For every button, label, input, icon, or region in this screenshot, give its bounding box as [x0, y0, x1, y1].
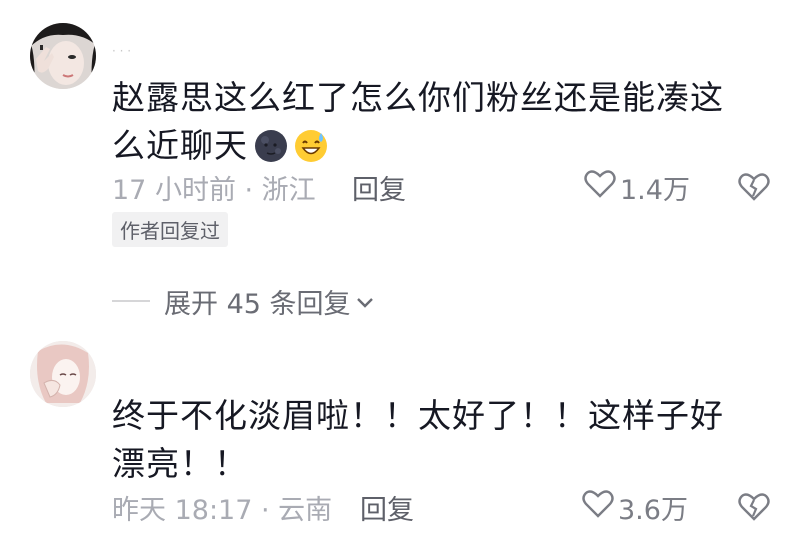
- broken-heart-icon: [738, 173, 770, 206]
- like-count: 3.6万: [618, 495, 688, 526]
- comment-text: 赵露思这么红了怎么你们粉丝还是能凑这 么近聊天: [112, 74, 772, 176]
- reply-button[interactable]: 回复: [360, 488, 414, 527]
- comment-text-line: 么近聊天: [112, 126, 248, 165]
- like-button[interactable]: 1.4万: [584, 168, 690, 207]
- heart-outline-icon: [584, 169, 620, 206]
- author-replied-badge: 作者回复过: [112, 212, 228, 247]
- reply-button[interactable]: 回复: [352, 168, 406, 207]
- heart-outline-icon: [582, 489, 618, 526]
- expand-replies-button[interactable]: 展开 45 条回复: [164, 282, 375, 321]
- avatar[interactable]: [30, 23, 96, 89]
- comment-text-line: 漂亮！！: [112, 444, 248, 483]
- broken-heart-icon: [738, 493, 770, 526]
- username[interactable]: · · ·: [112, 44, 131, 58]
- comment-meta: 昨天 18:17 · 云南: [112, 495, 333, 526]
- comment-text-line: 赵露思这么红了怎么你们粉丝还是能凑这: [112, 78, 724, 117]
- dislike-button[interactable]: [738, 492, 770, 526]
- expand-replies-label: 展开 45 条回复: [164, 289, 351, 320]
- like-count: 1.4万: [620, 175, 690, 206]
- comment-text: 终于不化淡眉啦！！太好了！！这样子好 漂亮！！: [112, 392, 772, 488]
- divider: [112, 300, 150, 302]
- comment-text-line: 终于不化淡眉啦！！太好了！！这样子好: [112, 396, 724, 435]
- comment-meta: 17 小时前 · 浙江: [112, 175, 316, 206]
- avatar[interactable]: [30, 341, 96, 407]
- like-button[interactable]: 3.6万: [582, 488, 688, 527]
- chevron-down-icon: [351, 286, 375, 317]
- dislike-button[interactable]: [738, 172, 770, 206]
